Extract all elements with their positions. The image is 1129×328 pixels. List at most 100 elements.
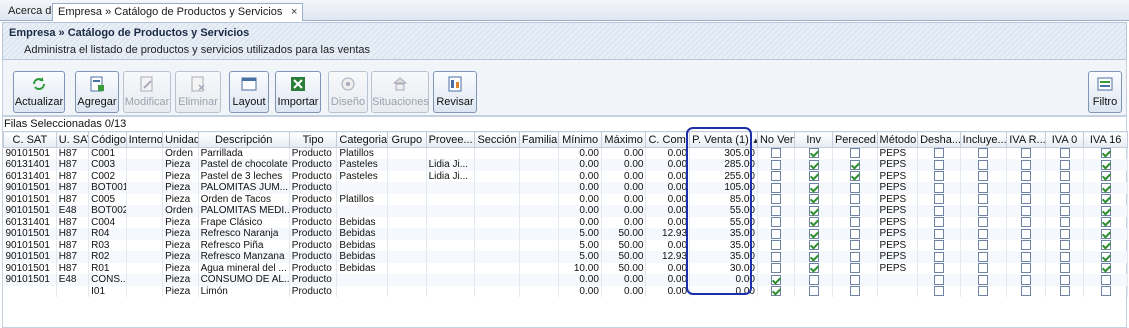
checkbox[interactable] — [849, 194, 860, 205]
checkbox[interactable] — [1100, 171, 1111, 182]
checkbox[interactable] — [1100, 217, 1111, 228]
checkbox[interactable] — [1021, 159, 1031, 170]
table-row[interactable]: 90101501 H87 C001 Orden Parrillada Producto Pl… — [3, 147, 1128, 159]
column-header[interactable]: No Venta — [756, 131, 796, 148]
table-row[interactable]: 90101501 E48 CONS... Pieza CONSUMO DE AL... P… — [3, 274, 1128, 286]
agregar-button[interactable]: Agregar — [75, 71, 119, 113]
checkbox[interactable] — [849, 159, 860, 170]
checkbox[interactable] — [933, 148, 944, 159]
column-header[interactable]: Unidad — [162, 131, 199, 148]
checkbox[interactable] — [849, 251, 860, 262]
checkbox[interactable] — [849, 217, 860, 228]
checkbox[interactable] — [771, 240, 782, 251]
checkbox[interactable] — [1059, 194, 1070, 205]
revisar-button[interactable]: Revisar — [433, 71, 477, 113]
checkbox[interactable] — [1059, 228, 1070, 239]
checkbox[interactable] — [978, 194, 989, 205]
checkbox[interactable] — [771, 182, 782, 193]
checkbox[interactable] — [933, 159, 944, 170]
column-header[interactable]: Mínimo — [558, 131, 602, 148]
checkbox[interactable] — [808, 194, 819, 205]
column-header[interactable]: Inv — [794, 131, 833, 148]
table-row[interactable]: 90101501 H87 R03 Pieza Refresco Piña Producto… — [3, 239, 1128, 251]
checkbox[interactable] — [978, 171, 989, 182]
column-header[interactable]: Pereced... — [831, 131, 878, 148]
column-header[interactable]: Interno — [125, 131, 164, 148]
checkbox[interactable] — [1059, 205, 1070, 216]
column-header[interactable]: Método — [876, 131, 919, 148]
table-row[interactable]: 90101501 H87 R04 Pieza Refresco Naranja Produ… — [3, 228, 1128, 240]
checkbox[interactable] — [1021, 286, 1031, 297]
column-header[interactable]: Categoria — [336, 131, 389, 148]
table-row[interactable]: 60131401 H87 C004 Pieza Frape Clásico Product… — [3, 216, 1128, 228]
checkbox[interactable] — [978, 263, 989, 274]
checkbox[interactable] — [1100, 194, 1111, 205]
checkbox[interactable] — [978, 205, 989, 216]
checkbox[interactable] — [1021, 171, 1031, 182]
column-header[interactable]: IVA 0 — [1044, 131, 1085, 148]
table-row[interactable]: 90101501 E48 BOT002 Orden PALOMITAS MEDI... P… — [3, 205, 1128, 217]
checkbox[interactable] — [933, 194, 944, 205]
actualizar-button[interactable]: Actualizar — [13, 71, 65, 113]
importar-button[interactable]: Importar — [275, 71, 321, 113]
checkbox[interactable] — [1059, 171, 1070, 182]
column-header[interactable]: Descripción — [197, 131, 290, 148]
column-header[interactable]: Sección — [474, 131, 520, 148]
column-header[interactable]: C. Com... — [645, 131, 691, 148]
checkbox[interactable] — [1100, 274, 1111, 285]
checkbox[interactable] — [808, 205, 819, 216]
checkbox[interactable] — [978, 274, 989, 285]
checkbox[interactable] — [1021, 274, 1031, 285]
checkbox[interactable] — [978, 217, 989, 228]
checkbox[interactable] — [771, 286, 782, 297]
column-header[interactable]: Máximo — [600, 131, 647, 148]
checkbox[interactable] — [978, 182, 989, 193]
checkbox[interactable] — [978, 251, 989, 262]
column-header[interactable]: IVA R... — [1006, 131, 1046, 148]
checkbox[interactable] — [849, 263, 860, 274]
checkbox[interactable] — [1021, 182, 1031, 193]
checkbox[interactable] — [808, 182, 819, 193]
checkbox[interactable] — [808, 263, 819, 274]
checkbox[interactable] — [1100, 251, 1111, 262]
checkbox[interactable] — [808, 240, 819, 251]
checkbox[interactable] — [771, 228, 782, 239]
table-row[interactable]: 90101501 H87 R02 Pieza Refresco Manzana Produ… — [3, 251, 1128, 263]
checkbox[interactable] — [808, 286, 819, 297]
checkbox[interactable] — [933, 251, 944, 262]
checkbox[interactable] — [771, 171, 782, 182]
eliminar-button[interactable]: Eliminar — [175, 71, 221, 113]
situaciones-button[interactable]: Situaciones — [371, 71, 429, 113]
checkbox[interactable] — [1021, 205, 1031, 216]
checkbox[interactable] — [849, 148, 860, 159]
column-header[interactable]: C. SAT — [3, 131, 57, 148]
checkbox[interactable] — [771, 251, 782, 262]
table-row[interactable]: I01 Pieza Limón Producto 0.00 0.00 0.00 0.00 — [3, 285, 1128, 297]
checkbox[interactable] — [933, 217, 944, 228]
checkbox[interactable] — [808, 228, 819, 239]
checkbox[interactable] — [978, 159, 989, 170]
checkbox[interactable] — [771, 217, 782, 228]
checkbox[interactable] — [771, 159, 782, 170]
checkbox[interactable] — [1021, 194, 1031, 205]
checkbox[interactable] — [771, 194, 782, 205]
layout-button[interactable]: Layout — [229, 71, 269, 113]
checkbox[interactable] — [933, 171, 944, 182]
checkbox[interactable] — [808, 171, 819, 182]
checkbox[interactable] — [933, 228, 944, 239]
checkbox[interactable] — [849, 182, 860, 193]
checkbox[interactable] — [849, 274, 860, 285]
checkbox[interactable] — [1021, 251, 1031, 262]
checkbox[interactable] — [1100, 286, 1111, 297]
checkbox[interactable] — [978, 228, 989, 239]
checkbox[interactable] — [1021, 263, 1031, 274]
checkbox[interactable] — [978, 240, 989, 251]
column-header[interactable]: Desha... — [917, 131, 961, 148]
filtro-button[interactable]: Filtro — [1088, 71, 1122, 113]
checkbox[interactable] — [849, 240, 860, 251]
column-header[interactable]: Tipo — [288, 131, 338, 148]
checkbox[interactable] — [1021, 148, 1031, 159]
checkbox[interactable] — [933, 205, 944, 216]
table-row[interactable]: 90101501 H87 C005 Pieza Orden de Tacos Produc… — [3, 193, 1128, 205]
checkbox[interactable] — [1021, 240, 1031, 251]
